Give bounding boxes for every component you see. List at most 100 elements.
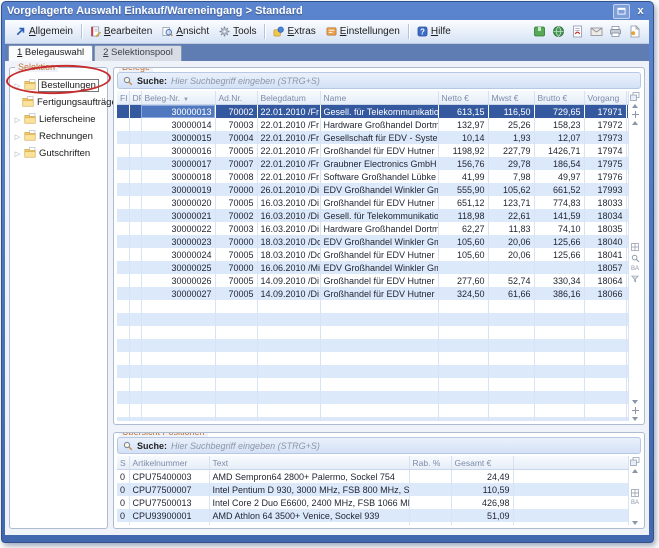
cell-filler[interactable]: [513, 509, 629, 522]
cell-dr[interactable]: [129, 404, 141, 417]
menu-ansicht[interactable]: Ansicht: [157, 24, 214, 39]
cell-mwst[interactable]: 116,50: [488, 105, 534, 119]
cell-vorgang[interactable]: [584, 313, 626, 326]
cell-dr[interactable]: [129, 170, 141, 183]
cell-dr[interactable]: [129, 300, 141, 313]
cell-belegnr[interactable]: 30000017: [141, 157, 215, 170]
table-row[interactable]: [117, 313, 629, 326]
cell-artikelnummer[interactable]: CPU77500007: [129, 483, 209, 496]
cell-brutto[interactable]: 729,65: [534, 105, 584, 119]
cell-adnr[interactable]: 70005: [215, 287, 257, 300]
cell-fi[interactable]: [117, 144, 129, 157]
cell-brutto[interactable]: 158,23: [534, 118, 584, 131]
cell-belegnr[interactable]: 30000016: [141, 144, 215, 157]
cell-name[interactable]: Software Großhandel Lübke AG: [320, 170, 438, 183]
cell-belegdatum[interactable]: 22.01.2010 /Fr: [257, 118, 320, 131]
cell-name[interactable]: [320, 326, 438, 339]
cell-belegdatum[interactable]: 22.01.2010 /Fr: [257, 157, 320, 170]
cell-adnr[interactable]: [215, 339, 257, 352]
cell-dr[interactable]: [129, 118, 141, 131]
cell-fi[interactable]: [117, 326, 129, 339]
col-header-s[interactable]: S: [117, 456, 129, 470]
cell-fi[interactable]: [117, 274, 129, 287]
cell-text[interactable]: Intel Pentium D 930, 3000 MHz, FSB 800 M…: [209, 483, 409, 496]
table-row[interactable]: 30000015 70004 22.01.2010 /Fr Gesellscha…: [117, 131, 629, 144]
tab-selektionspool[interactable]: 2 Selektionspool: [94, 45, 182, 61]
cell-belegnr[interactable]: 30000014: [141, 118, 215, 131]
cell-adnr[interactable]: 70000: [215, 183, 257, 196]
cell-mwst[interactable]: [488, 326, 534, 339]
cell-s[interactable]: 0: [117, 509, 129, 522]
cell-brutto[interactable]: 74,10: [534, 222, 584, 235]
cell-dr[interactable]: [129, 378, 141, 391]
cell-dr[interactable]: [129, 248, 141, 261]
cell-filler[interactable]: [513, 496, 629, 509]
cell-adnr[interactable]: [215, 378, 257, 391]
cell-brutto[interactable]: 774,83: [534, 196, 584, 209]
tree-item-fertigungsauftraege[interactable]: Fertigungsaufträge: [13, 94, 105, 111]
cell-netto[interactable]: [438, 404, 488, 417]
menu-einstellungen[interactable]: Einstellungen: [321, 24, 405, 39]
cell-netto[interactable]: [438, 261, 488, 274]
cell-belegnr[interactable]: 30000024: [141, 248, 215, 261]
table-row[interactable]: 30000026 70005 14.09.2010 /Di Großhandel…: [117, 274, 629, 287]
cell-vorgang[interactable]: 18066: [584, 287, 626, 300]
cell-vorgang[interactable]: [584, 365, 626, 378]
close-window-button[interactable]: x: [633, 5, 648, 18]
cell-adnr[interactable]: 70004: [215, 131, 257, 144]
cell-belegnr[interactable]: [141, 391, 215, 404]
cell-brutto[interactable]: [534, 391, 584, 404]
scroll-down-icon[interactable]: [632, 521, 638, 525]
col-header-gesamt[interactable]: Gesamt €: [451, 456, 513, 470]
col-header-brutto[interactable]: Brutto €: [534, 91, 584, 105]
cell-name[interactable]: Graubner Electronics GmbH: [320, 157, 438, 170]
cell-dr[interactable]: [129, 417, 141, 421]
cell-brutto[interactable]: 125,66: [534, 248, 584, 261]
cell-name[interactable]: Gesell. für Telekommunikation: [320, 209, 438, 222]
cell-belegnr[interactable]: 30000022: [141, 222, 215, 235]
cell-dr[interactable]: [129, 235, 141, 248]
cell-belegnr[interactable]: [141, 339, 215, 352]
table-row[interactable]: [117, 352, 629, 365]
cell-text[interactable]: [209, 522, 409, 525]
cell-vorgang[interactable]: 18034: [584, 209, 626, 222]
cell-fi[interactable]: [117, 404, 129, 417]
move-handle-icon[interactable]: [632, 407, 639, 414]
cell-brutto[interactable]: [534, 326, 584, 339]
cell-text[interactable]: AMD Athlon 64 3500+ Venice, Sockel 939: [209, 509, 409, 522]
cell-mwst[interactable]: [488, 352, 534, 365]
cell-fi[interactable]: [117, 248, 129, 261]
cell-mwst[interactable]: 29,78: [488, 157, 534, 170]
cell-belegnr[interactable]: [141, 365, 215, 378]
tree-item-bestellungen[interactable]: ▷ Bestellungen: [13, 77, 105, 94]
column-chooser-icon[interactable]: [630, 92, 640, 101]
cell-name[interactable]: Gesellschaft für EDV - Systeme: [320, 131, 438, 144]
cell-dr[interactable]: [129, 391, 141, 404]
cell-rab[interactable]: [409, 496, 451, 509]
cell-mwst[interactable]: 7,98: [488, 170, 534, 183]
cell-dr[interactable]: [129, 326, 141, 339]
cell-belegnr[interactable]: [141, 378, 215, 391]
cell-mwst[interactable]: 22,61: [488, 209, 534, 222]
cell-fi[interactable]: [117, 170, 129, 183]
cell-brutto[interactable]: [534, 404, 584, 417]
cell-name[interactable]: [320, 404, 438, 417]
cell-netto[interactable]: 555,90: [438, 183, 488, 196]
cell-belegdatum[interactable]: 22.01.2010 /Fr: [257, 144, 320, 157]
table-row[interactable]: [117, 326, 629, 339]
scroll-up-icon[interactable]: [632, 121, 638, 125]
cell-netto[interactable]: [438, 352, 488, 365]
cell-name[interactable]: Hardware Großhandel Dortmund: [320, 222, 438, 235]
cell-artikelnummer[interactable]: CPU93900001: [129, 509, 209, 522]
cell-dr[interactable]: [129, 105, 141, 119]
cell-mwst[interactable]: [488, 261, 534, 274]
cell-belegdatum[interactable]: [257, 339, 320, 352]
cell-belegnr[interactable]: [141, 404, 215, 417]
cell-dr[interactable]: [129, 365, 141, 378]
cell-belegnr[interactable]: 30000023: [141, 235, 215, 248]
cell-adnr[interactable]: [215, 313, 257, 326]
cell-vorgang[interactable]: 17976: [584, 170, 626, 183]
table-row[interactable]: 30000022 70003 16.03.2010 /Di Hardware G…: [117, 222, 629, 235]
cell-brutto[interactable]: [534, 339, 584, 352]
cell-netto[interactable]: [438, 339, 488, 352]
